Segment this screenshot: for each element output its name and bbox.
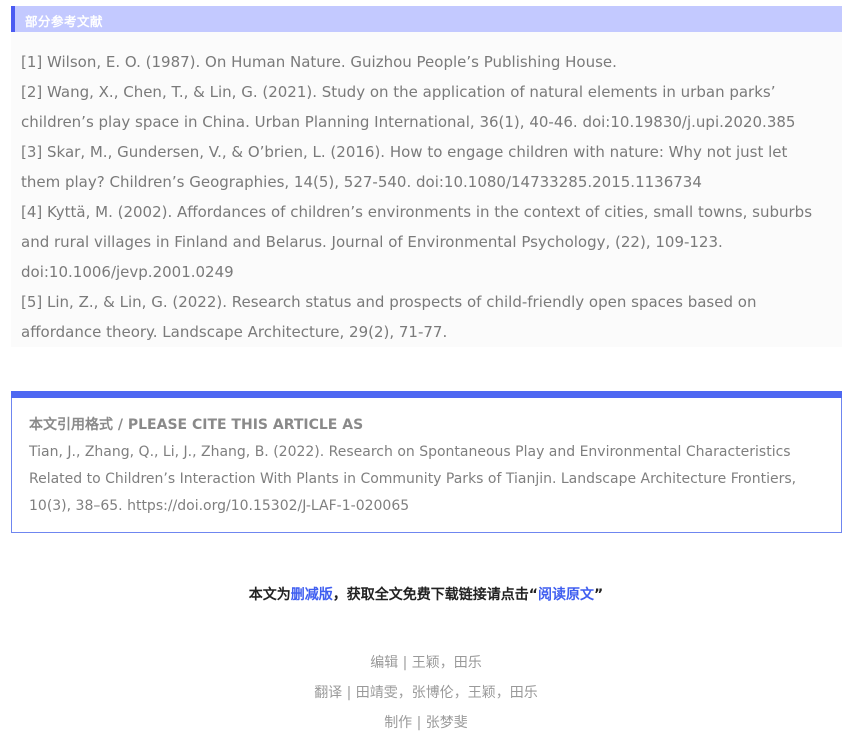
reference-item-3: [3] Skar, M., Gundersen, V., & O’brien, …: [21, 143, 788, 191]
credit-translator: 翻译 | 田靖雯，张博伦，王颖，田乐: [314, 685, 538, 701]
references-header: 部分参考文献: [11, 6, 842, 32]
references-list: [1] Wilson, E. O. (1987). On Human Natur…: [21, 47, 831, 347]
read-original-link[interactable]: 阅读原文: [538, 587, 594, 603]
abridged-version-link[interactable]: 删减版: [291, 587, 333, 603]
reference-item-2: [2] Wang, X., Chen, T., & Lin, G. (2021)…: [21, 83, 796, 131]
citation-accent-bar: [11, 391, 842, 398]
credits: 编辑 | 王颖，田乐 翻译 | 田靖雯，张博伦，王颖，田乐 制作 | 张梦斐: [0, 648, 852, 738]
download-notice: 本文为删减版，获取全文免费下载链接请点击“阅读原文”: [0, 584, 852, 604]
notice-prefix: 本文为: [248, 587, 291, 603]
reference-item-4: [4] Kyttä, M. (2002). Affordances of chi…: [21, 203, 813, 281]
reference-item-1: [1] Wilson, E. O. (1987). On Human Natur…: [21, 53, 617, 71]
credit-producer: 制作 | 张梦斐: [384, 715, 468, 731]
citation-box: 本文引用格式 / PLEASE CITE THIS ARTICLE AS Tia…: [11, 398, 842, 533]
references-title: 部分参考文献: [25, 14, 104, 29]
references-box: [1] Wilson, E. O. (1987). On Human Natur…: [11, 32, 842, 347]
credit-editor: 编辑 | 王颖，田乐: [370, 655, 482, 671]
citation-heading: 本文引用格式 / PLEASE CITE THIS ARTICLE AS: [29, 417, 364, 433]
reference-item-5: [5] Lin, Z., & Lin, G. (2022). Research …: [21, 293, 757, 341]
notice-suffix: ”: [594, 587, 604, 603]
notice-middle: ，获取全文免费下载链接请点击“: [332, 587, 538, 603]
citation-text[interactable]: Tian, J., Zhang, Q., Li, J., Zhang, B. (…: [29, 439, 829, 520]
